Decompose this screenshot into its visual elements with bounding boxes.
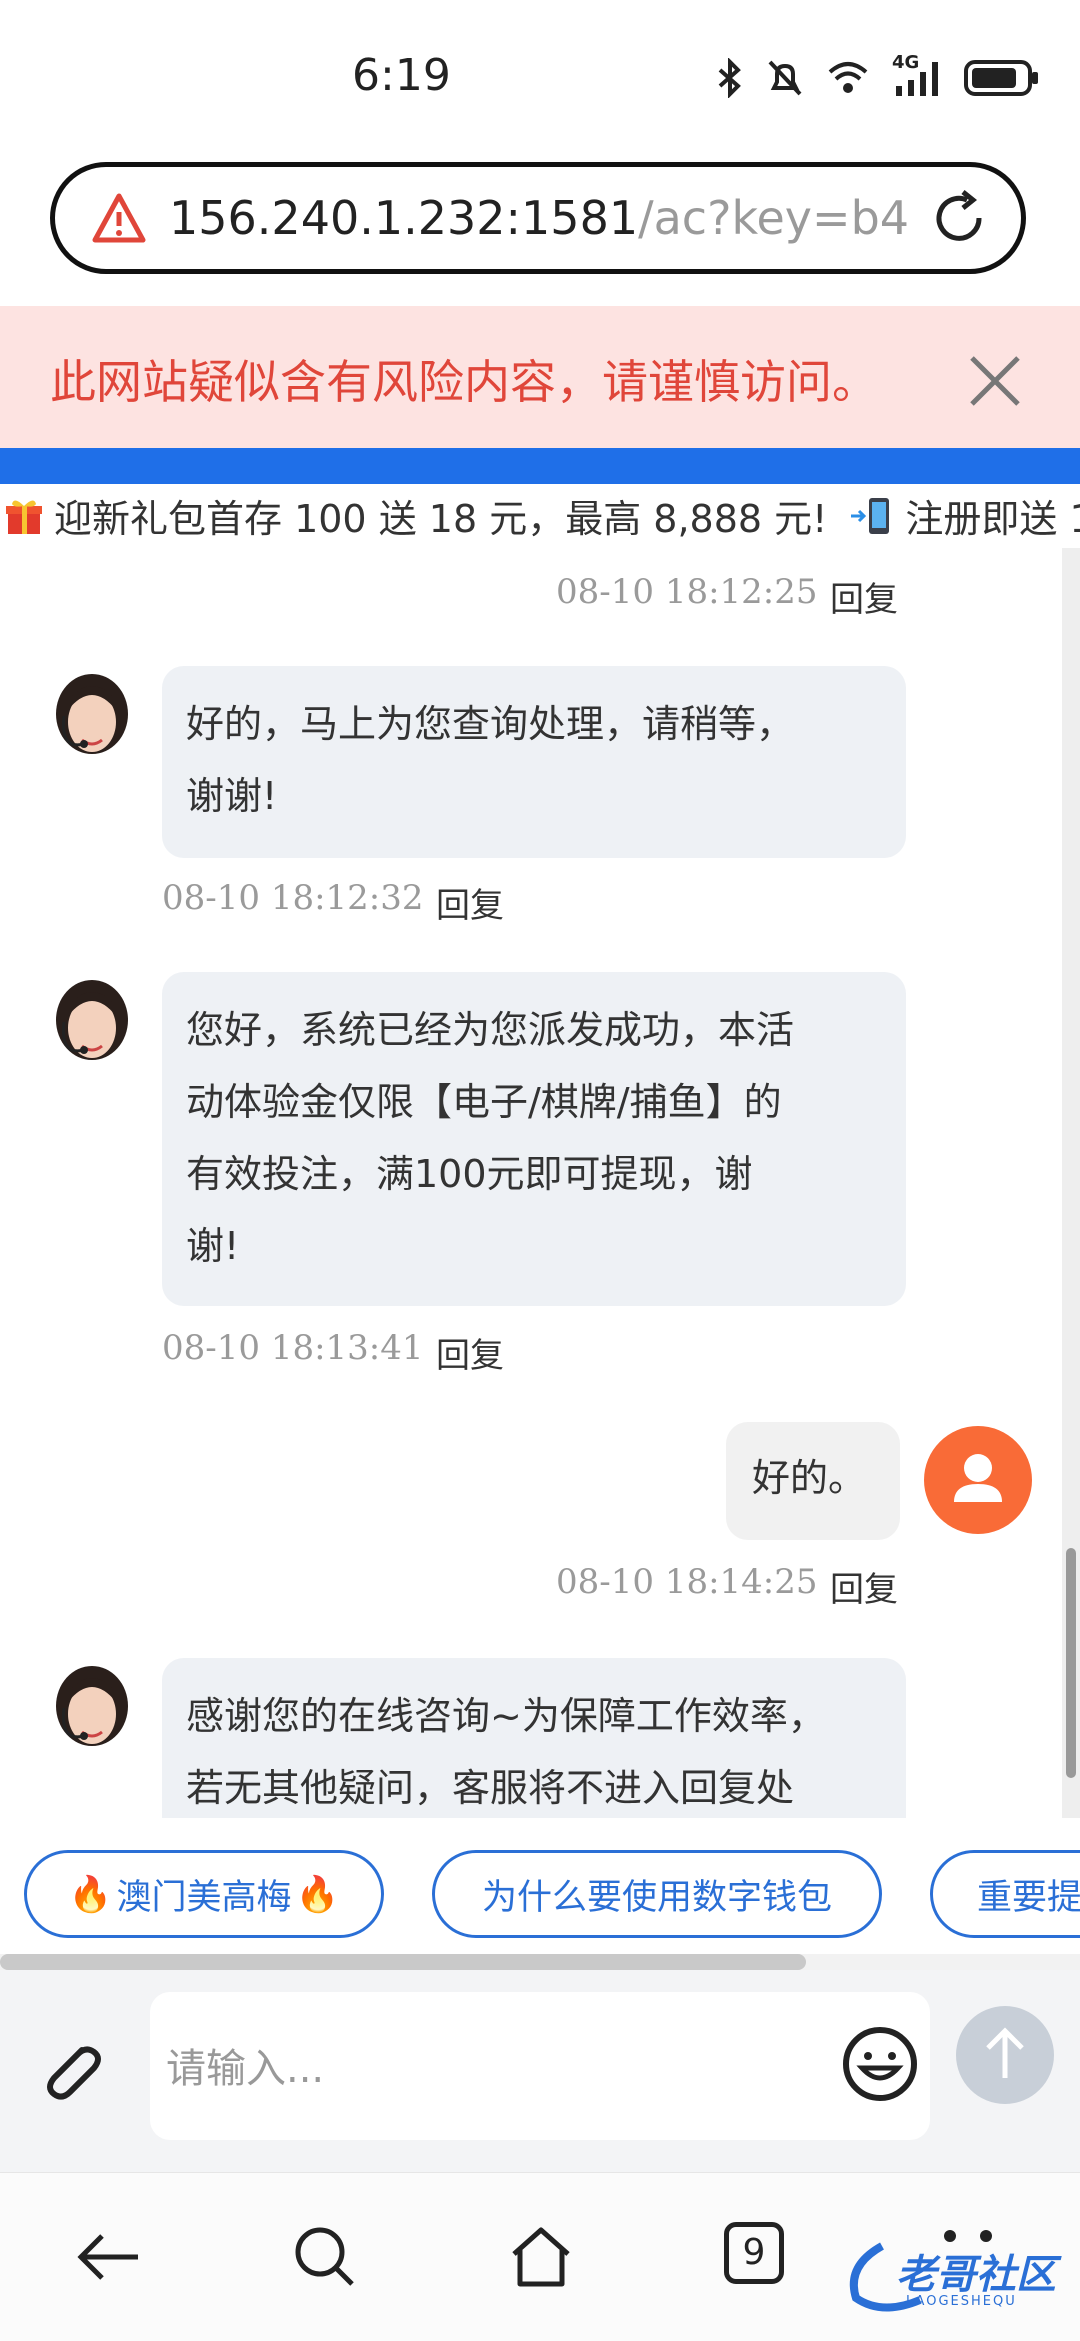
agent-avatar (56, 674, 128, 754)
message-line: 好的，马上为您查询处理，请稍等， (186, 702, 795, 746)
message-timestamp: 08-10 18:13:41 (162, 1328, 424, 1368)
agent-message-bubble: 好的，马上为您查询处理，请稍等， 谢谢! (162, 666, 906, 858)
message-line: 谢谢! (186, 774, 278, 818)
mute-icon (768, 60, 802, 96)
quick-reply-label: 重要提 (977, 1877, 1080, 1918)
tabs-button[interactable]: 9 (724, 2222, 784, 2284)
phone-icon (849, 496, 897, 536)
quick-reply-bar[interactable]: 🔥 澳门美高梅 🔥 为什么要使用数字钱包 重要提 (0, 1818, 1080, 1966)
marquee-text: 迎新礼包首存 100 送 18 元，最高 8,888 元! (54, 497, 828, 541)
chat-scrollbar-thumb[interactable] (1066, 1548, 1076, 1778)
page-header-strip (0, 448, 1080, 484)
agent-message-bubble: 您好，系统已经为您派发成功，本活 动体验金仅限【电子/棋牌/捕鱼】的 有效投注，… (162, 972, 906, 1306)
bluetooth-icon (718, 58, 741, 98)
reload-icon[interactable] (927, 186, 991, 250)
quick-reply-button[interactable]: 重要提 (930, 1850, 1080, 1938)
signal-icon: 4G (892, 52, 942, 98)
url-bar[interactable]: 156.240.1.232:1581/ac?key=b4e9f (50, 162, 1026, 274)
message-input-placeholder: 请输入... (166, 2046, 325, 2092)
url-path: /ac?key=b4e9f (638, 191, 909, 245)
watermark-logo-subtext: LAOGESHEQU (906, 2294, 1017, 2309)
message-line: 好的。 (752, 1456, 867, 1500)
reply-link[interactable]: 回复 (436, 1328, 504, 1377)
chat-message-list[interactable]: 08-10 18:12:25 回复 好的，马上为您查询处理，请稍等， 谢谢! 0… (0, 548, 1062, 1818)
quick-reply-button[interactable]: 🔥 澳门美高梅 🔥 (24, 1850, 384, 1938)
person-icon (954, 1454, 1002, 1502)
attachment-icon[interactable] (32, 2032, 112, 2112)
agent-message-bubble: 感谢您的在线咨询~为保障工作效率， 若无其他疑问，客服将不进入回复处 (162, 1658, 906, 1818)
message-line: 感谢您的在线咨询~为保障工作效率， (186, 1694, 826, 1738)
risk-warning-text: 此网站疑似含有风险内容，请谨慎访问。 (50, 355, 878, 409)
message-timestamp: 08-10 18:14:25 (556, 1562, 818, 1602)
quick-reply-button[interactable]: 为什么要使用数字钱包 (432, 1850, 882, 1938)
search-icon[interactable] (290, 2222, 360, 2292)
marquee-text-2: 注册即送 1 (905, 497, 1080, 541)
agent-avatar (56, 980, 128, 1060)
fire-icon: 🔥 (68, 1874, 113, 1915)
user-avatar (924, 1426, 1032, 1534)
emoji-icon[interactable] (840, 2024, 920, 2104)
message-line: 您好，系统已经为您派发成功，本活 (186, 1008, 795, 1052)
message-line: 动体验金仅限【电子/棋牌/捕鱼】的 (186, 1080, 782, 1124)
quick-reply-label: 澳门美高梅 (116, 1877, 292, 1918)
message-line: 若无其他疑问，客服将不进入回复处 (186, 1766, 795, 1810)
back-arrow-icon[interactable] (74, 2222, 144, 2292)
quick-reply-label: 为什么要使用数字钱包 (481, 1877, 832, 1918)
quick-reply-scrollbar-thumb[interactable] (0, 1954, 806, 1970)
message-line: 有效投注，满100元即可提现，谢 (186, 1152, 753, 1196)
agent-avatar (56, 1666, 128, 1746)
status-time: 6:19 (352, 50, 451, 101)
close-icon[interactable] (964, 350, 1026, 412)
warning-icon (92, 193, 146, 243)
arrow-up-icon (986, 2027, 1024, 2078)
announcement-marquee: 迎新礼包首存 100 送 18 元，最高 8,888 元! 注册即送 1 (0, 488, 1080, 548)
url-host: 156.240.1.232:1581 (169, 191, 639, 245)
watermark-logo-text: 老哥社区 (896, 2252, 1056, 2298)
user-message-bubble: 好的。 (726, 1422, 900, 1540)
reply-link[interactable]: 回复 (830, 1562, 898, 1611)
status-icons: 4G (716, 52, 1040, 98)
wifi-icon (828, 62, 868, 93)
network-label: 4G (892, 52, 920, 73)
message-line: 谢! (186, 1224, 240, 1268)
battery-icon (964, 60, 1038, 96)
home-icon[interactable] (506, 2222, 576, 2292)
reply-link[interactable]: 回复 (436, 878, 504, 927)
watermark-logo: 老哥社区 LAOGESHEQU (842, 2236, 1070, 2316)
message-timestamp: 08-10 18:12:25 (556, 572, 818, 612)
reply-link[interactable]: 回复 (830, 572, 898, 621)
gift-icon (4, 496, 44, 536)
send-button[interactable] (956, 2006, 1054, 2104)
fire-icon: 🔥 (295, 1874, 340, 1915)
message-timestamp: 08-10 18:12:32 (162, 878, 424, 918)
url-text[interactable]: 156.240.1.232:1581/ac?key=b4e9f (169, 191, 909, 245)
